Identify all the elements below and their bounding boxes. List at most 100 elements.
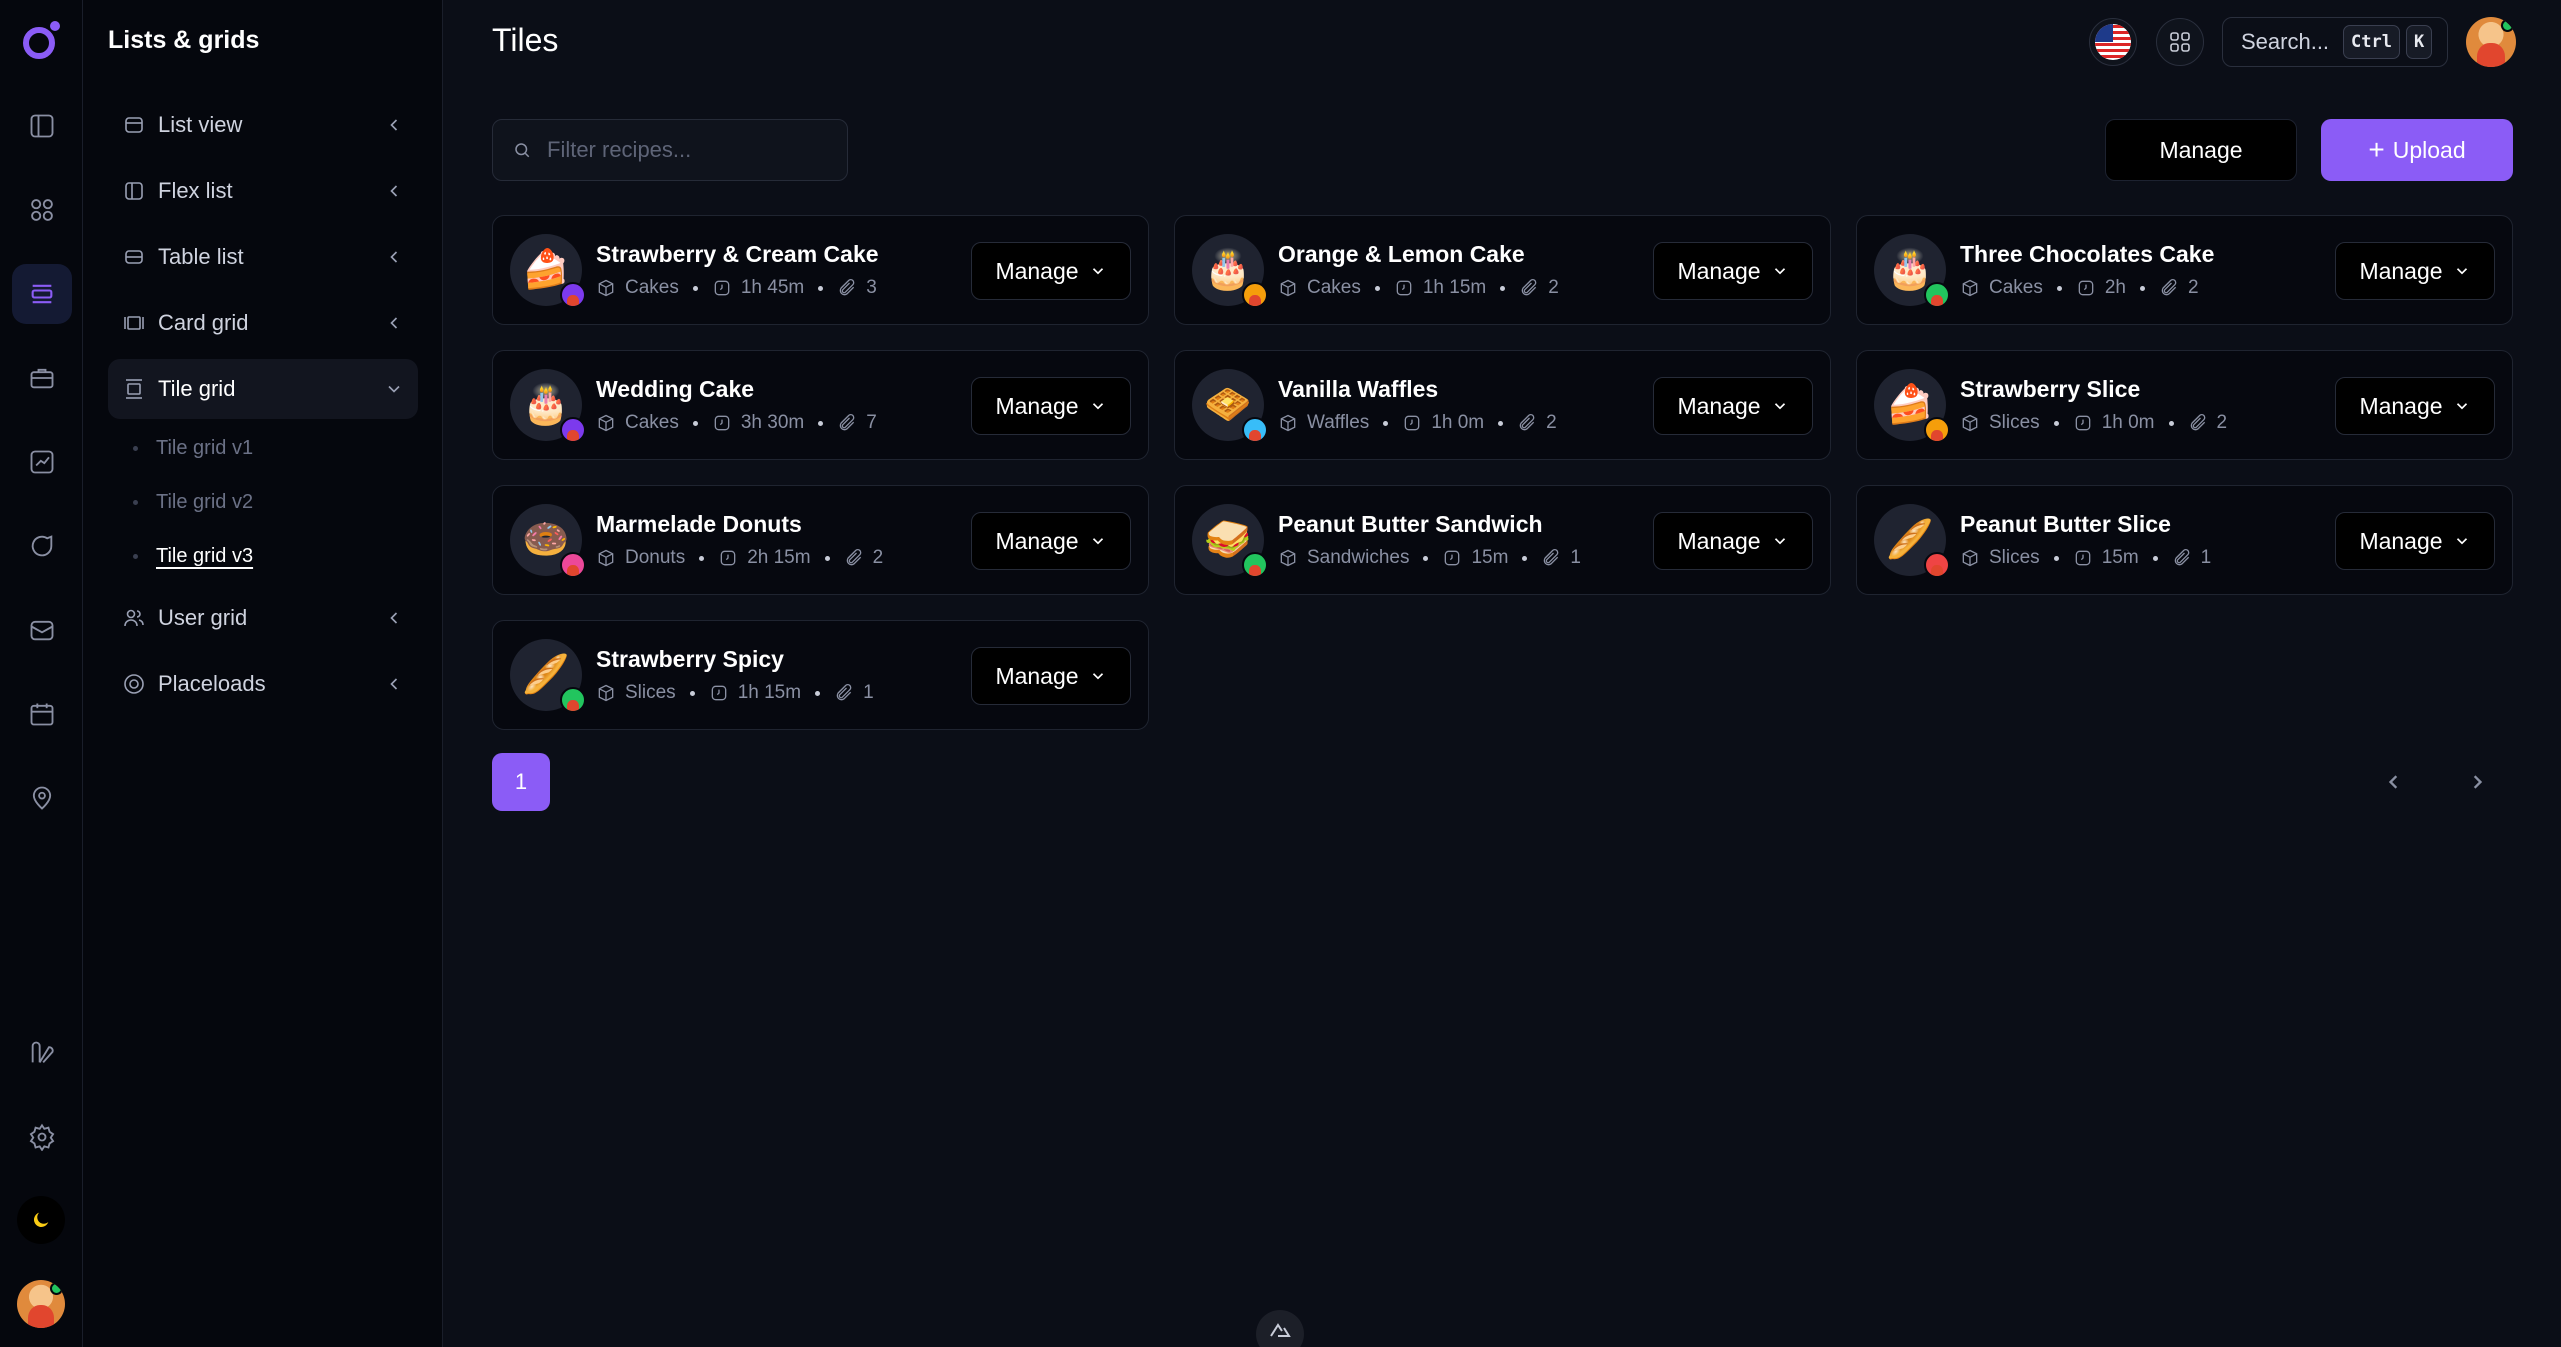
author-avatar [1242,417,1268,443]
dashboard-icon[interactable] [12,180,72,240]
chat-icon[interactable] [12,516,72,576]
app-logo-icon[interactable] [17,17,65,65]
recipe-attachments: 1 [863,682,874,703]
tile-manage-button[interactable]: Manage [1653,512,1813,570]
calendar-icon[interactable] [12,684,72,744]
box-icon [1962,279,1978,297]
tile-manage-label: Manage [995,662,1079,689]
recipe-name: Peanut Butter Slice [1960,511,2171,537]
sidebar-item-placeloads[interactable]: Placeloads [108,654,418,714]
sidebar-item-list-view[interactable]: List view [108,95,418,155]
customize-icon[interactable] [12,1023,72,1083]
table-icon [125,250,143,264]
filter-field[interactable] [492,119,848,181]
page-button-1[interactable]: 1 [492,753,550,811]
sidebar-item-flex-list[interactable]: Flex list [108,161,418,221]
chart-icon[interactable] [12,432,72,492]
chevron-left-icon [390,119,398,131]
recipe-tile: 🥖 Peanut Butter Slice Slices 15m 1 Manag… [1856,485,2513,595]
sidebar-toggle-icon[interactable] [12,96,72,156]
tile-grid: 🍰 Strawberry & Cream Cake Cakes 1h 45m 3… [492,215,2513,730]
recipe-category: Slices [1989,547,2040,568]
recipe-name: Wedding Cake [596,376,755,402]
chevron-left-icon[interactable] [2380,768,2408,796]
dark-mode-toggle-icon[interactable] [17,1196,65,1244]
sidebar-item-label: Flex list [158,178,233,203]
sidebar-subitem-tile-grid-v1[interactable]: Tile grid v1 [133,437,253,460]
card-icon [124,316,144,330]
lists-icon[interactable] [12,264,72,324]
tile-manage-button[interactable]: Manage [971,512,1131,570]
paperclip-icon [846,548,861,566]
icon-rail [0,0,83,1347]
recipe-time: 15m [2101,547,2139,568]
sidebar-item-card-grid[interactable]: Card grid [108,293,418,353]
search-button[interactable]: Search... Ctrl K [2222,17,2448,67]
chevron-left-icon [390,612,398,624]
sidebar-item-label: Table list [158,244,244,269]
manage-button[interactable]: Manage [2105,119,2297,181]
chevron-down-icon [2456,403,2467,410]
tile-manage-button[interactable]: Manage [971,377,1131,435]
apps-grid-icon[interactable] [2156,18,2204,66]
sidebar-title: Lists & grids [108,26,260,54]
inbox-icon[interactable] [12,600,72,660]
briefcase-icon[interactable] [12,348,72,408]
sidebar-subitem-tile-grid-v3[interactable]: Tile grid v3 [133,545,253,568]
recipe-name: Strawberry & Cream Cake [596,241,879,267]
tile-manage-button[interactable]: Manage [971,647,1131,705]
box-icon [598,279,614,297]
upload-button[interactable]: + Upload [2321,119,2513,181]
settings-gear-icon[interactable] [12,1107,72,1167]
sidebar-item-tile-grid[interactable]: Tile grid [108,359,418,419]
tile-manage-button[interactable]: Manage [2335,512,2495,570]
tile-manage-button[interactable]: Manage [1653,242,1813,300]
recipe-thumbnail: 🎂 [510,369,586,443]
clock-icon [714,280,730,296]
recipe-category: Slices [1989,412,2040,433]
header-user-avatar[interactable] [2466,17,2516,67]
online-status-dot [50,1282,63,1295]
recipe-category: Cakes [1307,277,1361,298]
sidebar-item-label: List view [158,112,243,137]
sidebar-item-user-grid[interactable]: User grid [108,588,418,648]
tile-manage-button[interactable]: Manage [2335,242,2495,300]
recipe-category: Cakes [625,277,679,298]
paperclip-icon [836,683,852,701]
recipe-tile: 🧇 Vanilla Waffles Waffles 1h 0m 2 Manage [1174,350,1831,460]
author-avatar [1242,282,1268,308]
recipe-tile: 🎂 Orange & Lemon Cake Cakes 1h 15m 2 Man… [1174,215,1831,325]
tile-icon [126,379,142,399]
tile-manage-button[interactable]: Manage [1653,377,1813,435]
filter-input[interactable] [547,137,827,163]
tile-manage-button[interactable]: Manage [971,242,1131,300]
tile-manage-label: Manage [1677,392,1761,419]
map-pin-icon[interactable] [12,768,72,828]
author-avatar [560,552,586,578]
recipe-attachments: 2 [2216,412,2228,433]
paperclip-icon [1521,278,1537,296]
recipe-tile: 🎂 Three Chocolates Cake Cakes 2h 2 Manag… [1856,215,2513,325]
recipe-thumbnail: 🎂 [1192,234,1268,308]
clock-icon [1404,415,1420,431]
sidebar-item-label: Tile grid [158,376,236,401]
chevron-right-icon[interactable] [2463,768,2491,796]
nuxt-devtools-icon[interactable] [1256,1310,1304,1347]
page-title: Tiles [492,22,559,58]
author-avatar [560,687,586,713]
sidebar-item-table-list[interactable]: Table list [108,227,418,287]
language-flag-icon[interactable] [2089,18,2137,66]
rail-user-avatar[interactable] [17,1280,65,1328]
sidebar-subitem-tile-grid-v2[interactable]: Tile grid v2 [133,491,253,514]
recipe-time: 2h 15m [747,547,811,568]
tile-manage-button[interactable]: Manage [2335,377,2495,435]
online-status-dot [2501,19,2514,32]
recipe-time: 2h [2104,277,2126,298]
recipe-time: 3h 30m [740,412,805,433]
clock-icon [2075,415,2091,431]
author-avatar [1924,552,1950,578]
recipe-category: Sandwiches [1307,547,1410,568]
sidebar-item-label: Card grid [158,310,249,335]
author-avatar [560,417,586,443]
chevron-down-icon [388,385,400,393]
